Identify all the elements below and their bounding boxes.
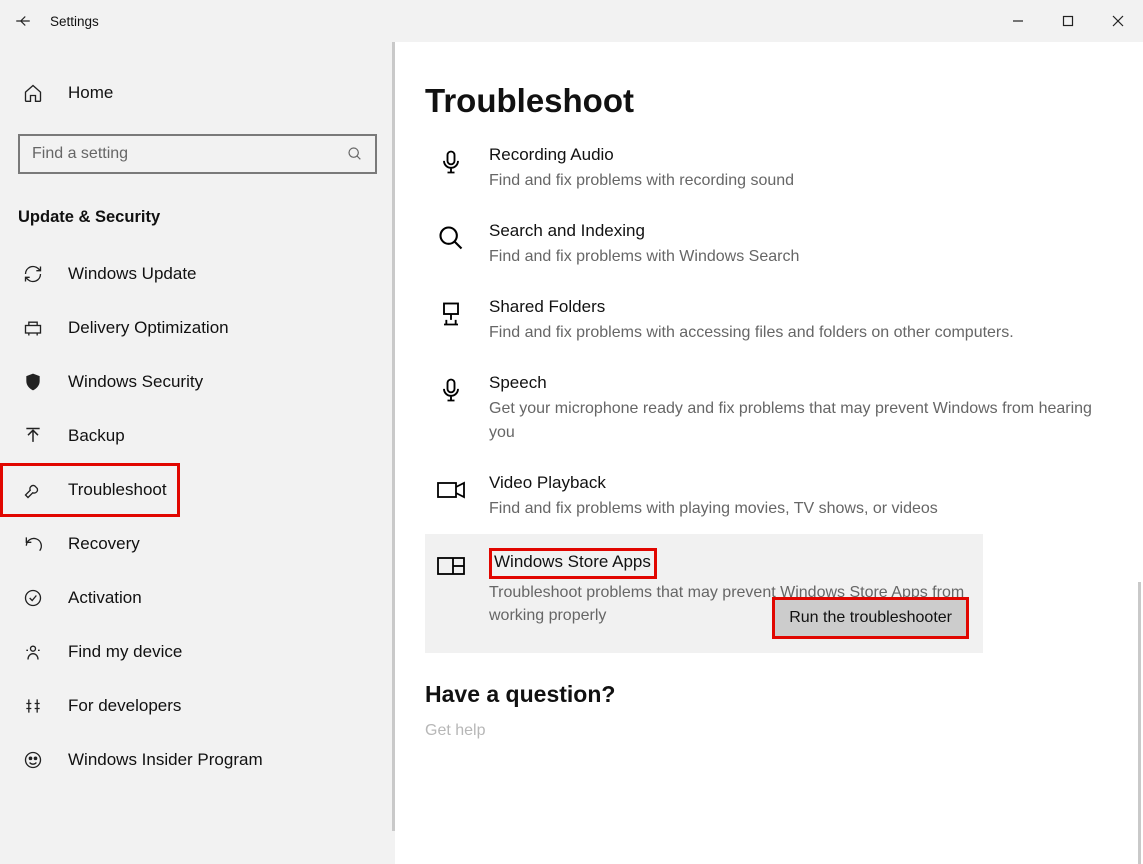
sidebar-item-find-my-device[interactable]: Find my device: [0, 625, 395, 679]
main-scrollbar[interactable]: [1138, 582, 1141, 864]
sidebar-search[interactable]: [18, 134, 377, 174]
insider-icon: [22, 749, 44, 771]
troubleshooter-search-indexing[interactable]: Search and Indexing Find and fix problem…: [425, 206, 1113, 282]
troubleshooter-speech[interactable]: Speech Get your microphone ready and fix…: [425, 358, 1113, 457]
search-input[interactable]: [32, 145, 347, 163]
developer-icon: [22, 695, 44, 717]
troubleshooter-title: Speech: [489, 372, 1103, 395]
store-apps-icon: [435, 550, 467, 582]
recovery-icon: [22, 533, 44, 555]
troubleshooter-title: Recording Audio: [489, 144, 1103, 167]
troubleshooter-desc: Get your microphone ready and fix proble…: [489, 397, 1103, 443]
sidebar-item-delivery-optimization[interactable]: Delivery Optimization: [0, 301, 395, 355]
network-share-icon: [435, 298, 467, 330]
microphone-icon: [435, 146, 467, 178]
minimize-button[interactable]: [993, 0, 1043, 42]
microphone-icon: [435, 374, 467, 406]
troubleshooter-desc: Find and fix problems with playing movie…: [489, 497, 1103, 520]
video-icon: [435, 474, 467, 506]
sidebar-item-backup[interactable]: Backup: [0, 409, 395, 463]
sidebar-item-activation[interactable]: Activation: [0, 571, 395, 625]
have-a-question-heading: Have a question?: [425, 681, 1113, 708]
find-device-icon: [22, 641, 44, 663]
run-troubleshooter-button[interactable]: Run the troubleshooter: [772, 597, 969, 639]
sidebar-item-insider-program[interactable]: Windows Insider Program: [0, 733, 395, 787]
shield-icon: [22, 371, 44, 393]
troubleshooter-desc: Find and fix problems with Windows Searc…: [489, 245, 1103, 268]
troubleshooter-video-playback[interactable]: Video Playback Find and fix problems wit…: [425, 458, 1113, 534]
maximize-button[interactable]: [1043, 0, 1093, 42]
refresh-icon: [22, 263, 44, 285]
troubleshooter-desc: Find and fix problems with recording sou…: [489, 169, 1103, 192]
page-title: Troubleshoot: [425, 82, 1113, 120]
delivery-icon: [22, 317, 44, 339]
wrench-icon: [22, 479, 44, 501]
sidebar-item-label: Find my device: [68, 642, 182, 662]
sidebar-item-label: Windows Insider Program: [68, 750, 263, 770]
search-magnifier-icon: [435, 222, 467, 254]
sidebar: Home Update & Security Windows Update De…: [0, 42, 395, 864]
troubleshooter-recording-audio[interactable]: Recording Audio Find and fix problems wi…: [425, 130, 1113, 206]
troubleshooter-desc: Find and fix problems with accessing fil…: [489, 321, 1103, 344]
troubleshooter-title: Shared Folders: [489, 296, 1103, 319]
sidebar-item-label: Windows Update: [68, 264, 197, 284]
sidebar-home[interactable]: Home: [0, 70, 395, 116]
troubleshooter-title: Windows Store Apps: [489, 548, 657, 579]
troubleshooter-title: Video Playback: [489, 472, 1103, 495]
sidebar-item-label: Delivery Optimization: [68, 318, 229, 338]
sidebar-item-troubleshoot[interactable]: Troubleshoot: [0, 463, 180, 517]
search-icon: [347, 146, 363, 162]
back-icon[interactable]: [14, 12, 32, 30]
troubleshooter-windows-store-apps[interactable]: Windows Store Apps Troubleshoot problems…: [425, 534, 983, 653]
sidebar-item-label: Activation: [68, 588, 142, 608]
section-label: Update & Security: [0, 174, 395, 247]
troubleshooter-title: Search and Indexing: [489, 220, 1103, 243]
troubleshooter-shared-folders[interactable]: Shared Folders Find and fix problems wit…: [425, 282, 1113, 358]
sidebar-item-label: Recovery: [68, 534, 140, 554]
backup-icon: [22, 425, 44, 447]
sidebar-home-label: Home: [68, 83, 113, 103]
sidebar-item-for-developers[interactable]: For developers: [0, 679, 395, 733]
sidebar-item-label: Backup: [68, 426, 125, 446]
get-help-link[interactable]: Get help: [425, 722, 1113, 740]
close-button[interactable]: [1093, 0, 1143, 42]
sidebar-item-label: For developers: [68, 696, 181, 716]
window-titlebar: Settings: [0, 0, 1143, 42]
window-title: Settings: [50, 14, 99, 29]
sidebar-item-recovery[interactable]: Recovery: [0, 517, 395, 571]
main-content: Troubleshoot Recording Audio Find and fi…: [395, 42, 1143, 864]
home-icon: [22, 82, 44, 104]
sidebar-item-label: Troubleshoot: [68, 480, 167, 500]
sidebar-item-windows-update[interactable]: Windows Update: [0, 247, 395, 301]
sidebar-item-windows-security[interactable]: Windows Security: [0, 355, 395, 409]
sidebar-item-label: Windows Security: [68, 372, 203, 392]
activation-icon: [22, 587, 44, 609]
